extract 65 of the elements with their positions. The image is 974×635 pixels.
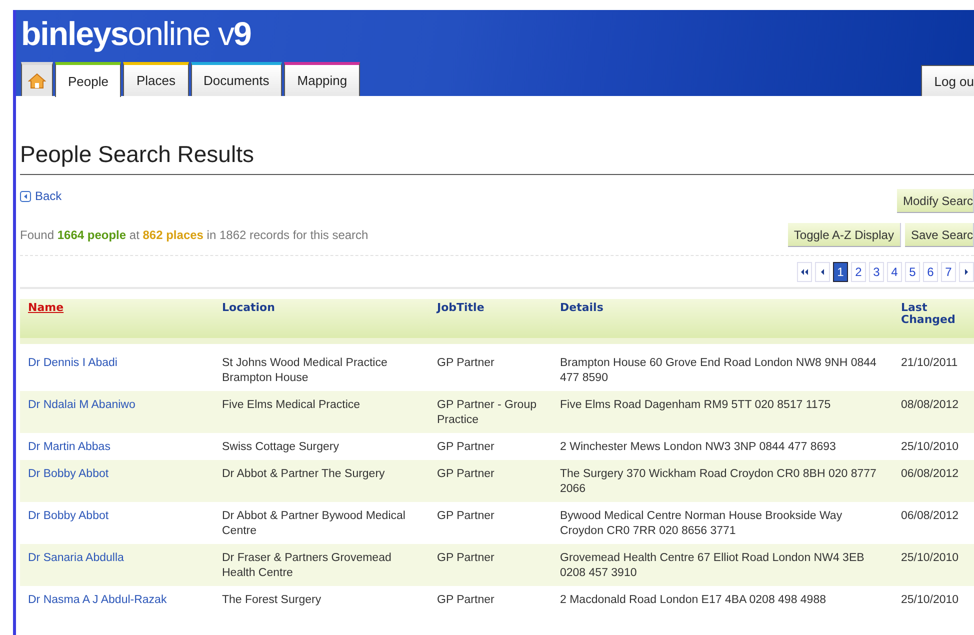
person-link[interactable]: Dr Nasma A J Abdul-Razak (28, 594, 167, 606)
logout-button[interactable]: Log ou (921, 65, 974, 96)
site-logo: binleysonline v9 (20, 14, 252, 54)
table-cell: 06/08/2012 (901, 468, 959, 480)
person-link[interactable]: Dr Bobby Abbot (28, 510, 109, 522)
nav-tab[interactable]: Documents (190, 62, 282, 96)
save-search-button[interactable]: Save Searc (904, 223, 974, 247)
nav-tab[interactable]: Places (123, 62, 189, 96)
page-link[interactable]: 6 (923, 262, 938, 282)
table-cell: GP Partner (437, 468, 494, 480)
previous-page-icon[interactable] (815, 262, 830, 282)
table-cell: GP Partner (437, 510, 494, 522)
table-cell: GP Partner (437, 357, 494, 369)
person-link[interactable]: Dr Dennis I Abadi (28, 357, 118, 369)
table-cell: 25/10/2010 (901, 441, 959, 453)
column-header[interactable]: Location (214, 299, 429, 341)
back-link[interactable]: Back (20, 189, 62, 203)
results-summary: Found 1664 people at 862 places in 1862 records for this search (20, 228, 368, 242)
page-link[interactable]: 7 (941, 262, 956, 282)
table-cell: Swiss Cottage Surgery (222, 441, 339, 453)
person-link[interactable]: Dr Bobby Abbot (28, 468, 109, 480)
page-link[interactable]: 3 (869, 262, 884, 282)
table-cell: Brampton House 60 Grove End Road London NW8 9NH 0844 477 8590 (560, 357, 876, 384)
column-header[interactable]: Name (20, 299, 214, 341)
page-link[interactable]: 4 (887, 262, 902, 282)
person-link[interactable]: Dr Martin Abbas (28, 441, 110, 453)
person-link[interactable]: Dr Ndalai M Abaniwo (28, 399, 136, 411)
nav-tab[interactable]: Mapping (284, 62, 360, 96)
page-heading: People Search Results (20, 142, 974, 175)
table-cell: The Forest Surgery (222, 594, 322, 606)
modify-search-button[interactable]: Modify Searc (896, 189, 974, 213)
next-page-icon[interactable] (959, 262, 974, 282)
table-cell: 06/08/2012 (901, 510, 959, 522)
table-cell: Bywood Medical Centre Norman House Brookside Way Croydon CR0 7RR 020 8656 3771 (560, 510, 842, 537)
table-cell: 25/10/2010 (901, 552, 959, 564)
table-cell: GP Partner (437, 441, 494, 453)
column-header[interactable]: JobTitle (429, 299, 552, 341)
home-tab[interactable] (21, 62, 53, 96)
table-cell: Grovemead Health Centre 67 Elliot Road London NW4 3EB 0208 457 3910 (560, 552, 864, 579)
page-link[interactable]: 2 (851, 262, 866, 282)
page-link[interactable]: 1 (833, 262, 848, 282)
person-link[interactable]: Dr Sanaria Abdulla (28, 552, 124, 564)
table-cell: 21/10/2011 (901, 357, 958, 369)
toggle-az-button[interactable]: Toggle A-Z Display (788, 223, 901, 247)
table-cell: GP Partner (437, 552, 494, 564)
table-cell: 2 Macdonald Road London E17 4BA 0208 498 4988 (560, 594, 826, 606)
column-header[interactable]: Last Changed (893, 299, 974, 341)
back-icon (20, 190, 31, 202)
table-cell: GP Partner (437, 594, 494, 606)
table-cell: 08/08/2012 (901, 399, 959, 411)
table-cell: Five Elms Road Dagenham RM9 5TT 020 8517 1175 (560, 399, 831, 411)
table-cell: 2 Winchester Mews London NW3 3NP 0844 477 8693 (560, 441, 836, 453)
table-cell: Dr Abbot & Partner The Surgery (222, 468, 385, 480)
page-link[interactable]: 5 (905, 262, 920, 282)
table-cell: GP Partner - Group Practice (437, 399, 536, 426)
house-icon (28, 72, 46, 90)
nav-tab[interactable]: People (55, 62, 122, 97)
column-header[interactable]: Details (552, 299, 893, 341)
table-cell: 25/10/2010 (901, 594, 959, 606)
table-cell: Five Elms Medical Practice (222, 399, 360, 411)
table-cell: Dr Abbot & Partner Bywood Medical Centre (222, 510, 406, 537)
table-cell: The Surgery 370 Wickham Road Croydon CR0 8BH 020 8777 2066 (560, 468, 876, 495)
table-cell: St Johns Wood Medical Practice Brampton House (222, 357, 388, 384)
table-cell: Dr Fraser & Partners Grovemead Health Centre (222, 552, 392, 579)
first-page-icon[interactable] (797, 262, 812, 282)
